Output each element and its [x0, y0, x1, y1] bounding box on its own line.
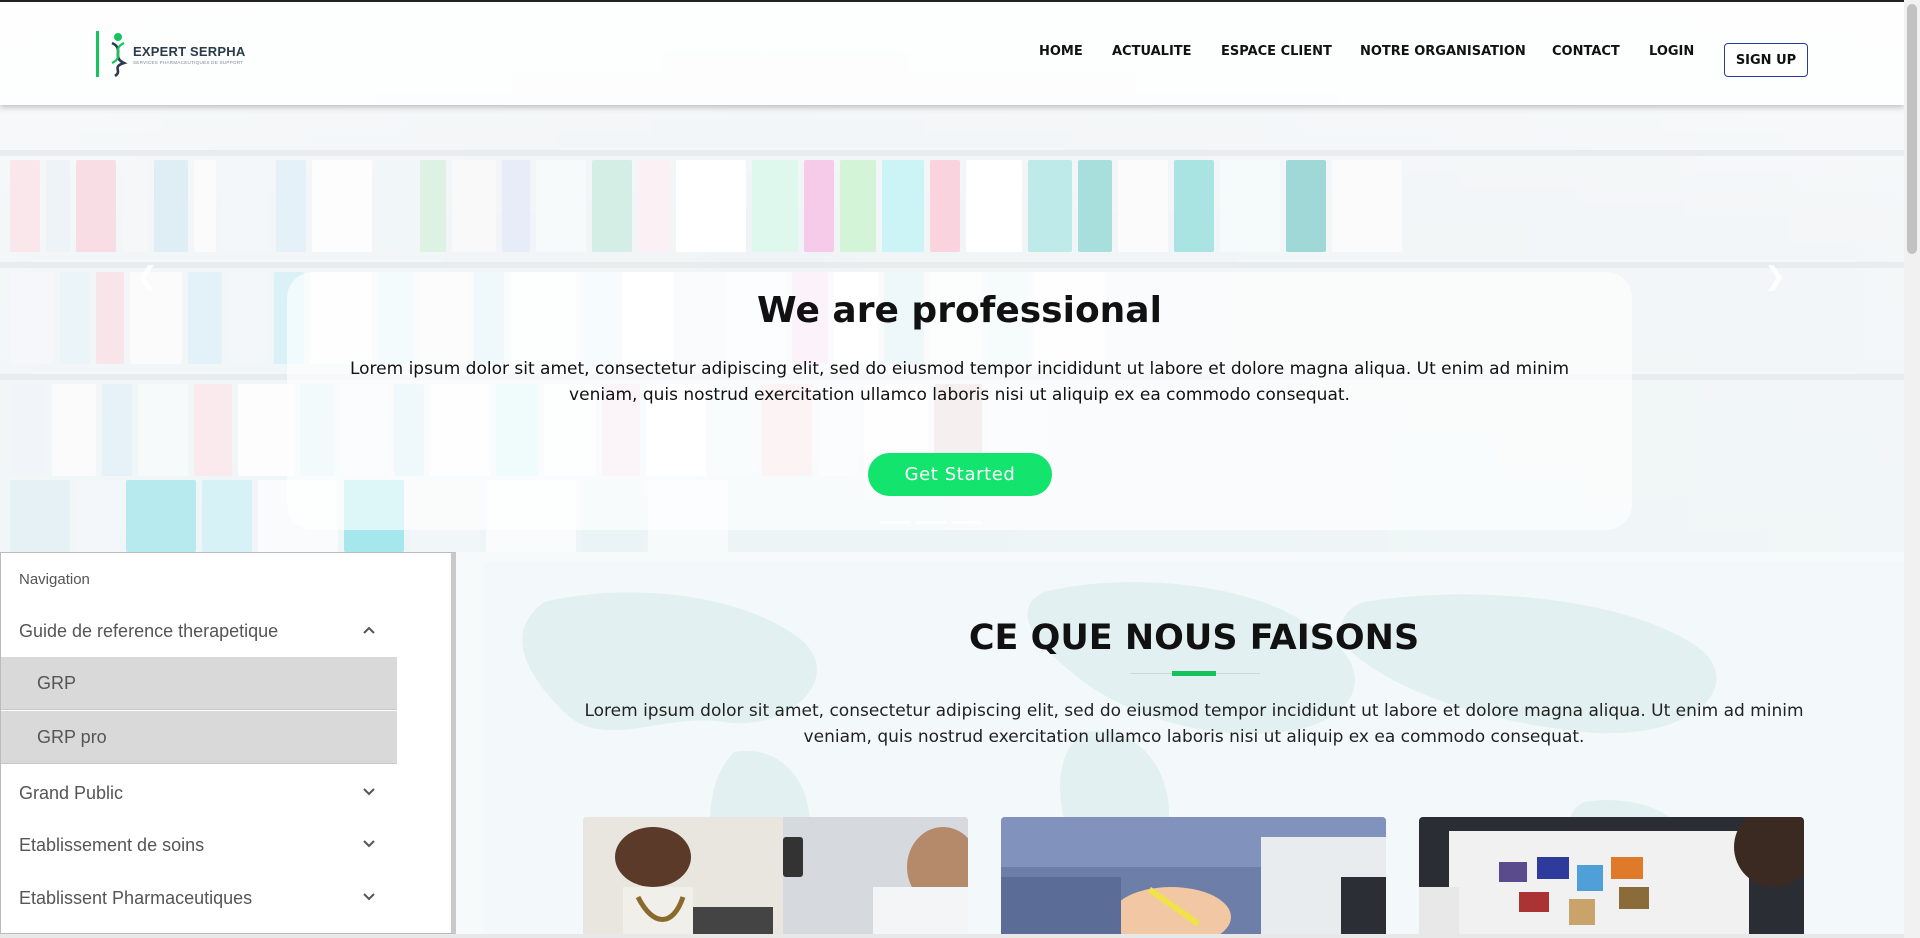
sidebar-heading: Navigation — [19, 571, 90, 588]
sidebar-subitem-label: GRP — [37, 672, 77, 693]
chevron-up-icon — [363, 626, 375, 634]
chevron-down-icon — [363, 788, 375, 796]
logo-subtitle: SERVICES PHARMACEUTIQUES DE SUPPORT — [133, 59, 244, 65]
logo[interactable]: EXPERT SERPHA SERVICES PHARMACEUTIQUES D… — [96, 30, 245, 78]
sidebar-item-guide-de-reference[interactable]: Guide de reference therapetique — [1, 605, 397, 657]
sidebar-subitem-label: GRP pro — [37, 726, 107, 747]
sidebar-subitem-grp[interactable]: GRP — [1, 657, 397, 710]
sidebar-item-grand-public[interactable]: Grand Public — [1, 767, 397, 819]
service-card-image-2[interactable] — [1001, 817, 1386, 938]
nav-espace-client[interactable]: ESPACE CLIENT — [1221, 44, 1332, 59]
hero-title: We are professional — [757, 290, 1162, 331]
dna-figure-icon — [111, 33, 128, 77]
chevron-down-icon — [363, 893, 375, 901]
service-card-image-1[interactable] — [583, 817, 968, 938]
horizontal-scrollbar[interactable] — [0, 934, 1904, 938]
sidebar-subitem-grp-pro[interactable]: GRP pro — [1, 711, 397, 764]
navigation-sidebar: Navigation Guide de reference therapetiq… — [0, 552, 456, 934]
sidebar-item-label: Guide de reference therapetique — [19, 620, 279, 641]
hero-slide-card: We are professional Lorem ipsum dolor si… — [287, 272, 1632, 530]
title-accent — [1172, 671, 1216, 676]
nav-contact[interactable]: CONTACT — [1552, 44, 1620, 59]
sidebar-item-etablissement-de-soins[interactable]: Etablissement de soins — [1, 819, 397, 871]
carousel-indicator[interactable] — [880, 521, 910, 524]
chevron-down-icon — [363, 840, 375, 848]
nav-login[interactable]: LOGIN — [1649, 44, 1694, 59]
sidebar-item-etablissent-pharmaceutiques[interactable]: Etablissent Pharmaceutiques — [1, 872, 397, 924]
service-card-image-3[interactable] — [1419, 817, 1804, 938]
top-navbar: EXPERT SERPHA SERVICES PHARMACEUTIQUES D… — [0, 0, 1904, 105]
section-text: Lorem ipsum dolor sit amet, consectetur … — [584, 701, 1804, 747]
nav-notre-organisation[interactable]: NOTRE ORGANISATION — [1360, 44, 1526, 59]
carousel-prev-icon[interactable]: ❮ — [136, 262, 158, 292]
carousel-next-icon[interactable]: ❯ — [1764, 262, 1786, 292]
carousel-indicator[interactable] — [952, 521, 982, 524]
sign-up-button[interactable]: SIGN UP — [1724, 43, 1808, 77]
hero-text: Lorem ipsum dolor sit amet, consectetur … — [349, 359, 1570, 405]
carousel-indicators — [880, 521, 982, 524]
nav-home[interactable]: HOME — [1039, 44, 1083, 59]
logo-accent-bar — [96, 31, 99, 77]
vertical-scrollbar[interactable] — [1904, 0, 1920, 938]
sidebar-item-label: Etablissent Pharmaceutiques — [19, 887, 253, 908]
logo-title: EXPERT SERPHA — [133, 43, 246, 59]
sidebar-item-label: Grand Public — [19, 782, 124, 803]
sidebar-item-label: Etablissement de soins — [19, 834, 205, 855]
section-title: CE QUE NOUS FAISONS — [968, 618, 1420, 658]
scrollbar-thumb[interactable] — [1907, 4, 1917, 254]
get-started-button[interactable]: Get Started — [868, 453, 1052, 496]
nav-actualite[interactable]: ACTUALITE — [1112, 44, 1192, 59]
carousel-indicator[interactable] — [916, 521, 946, 524]
